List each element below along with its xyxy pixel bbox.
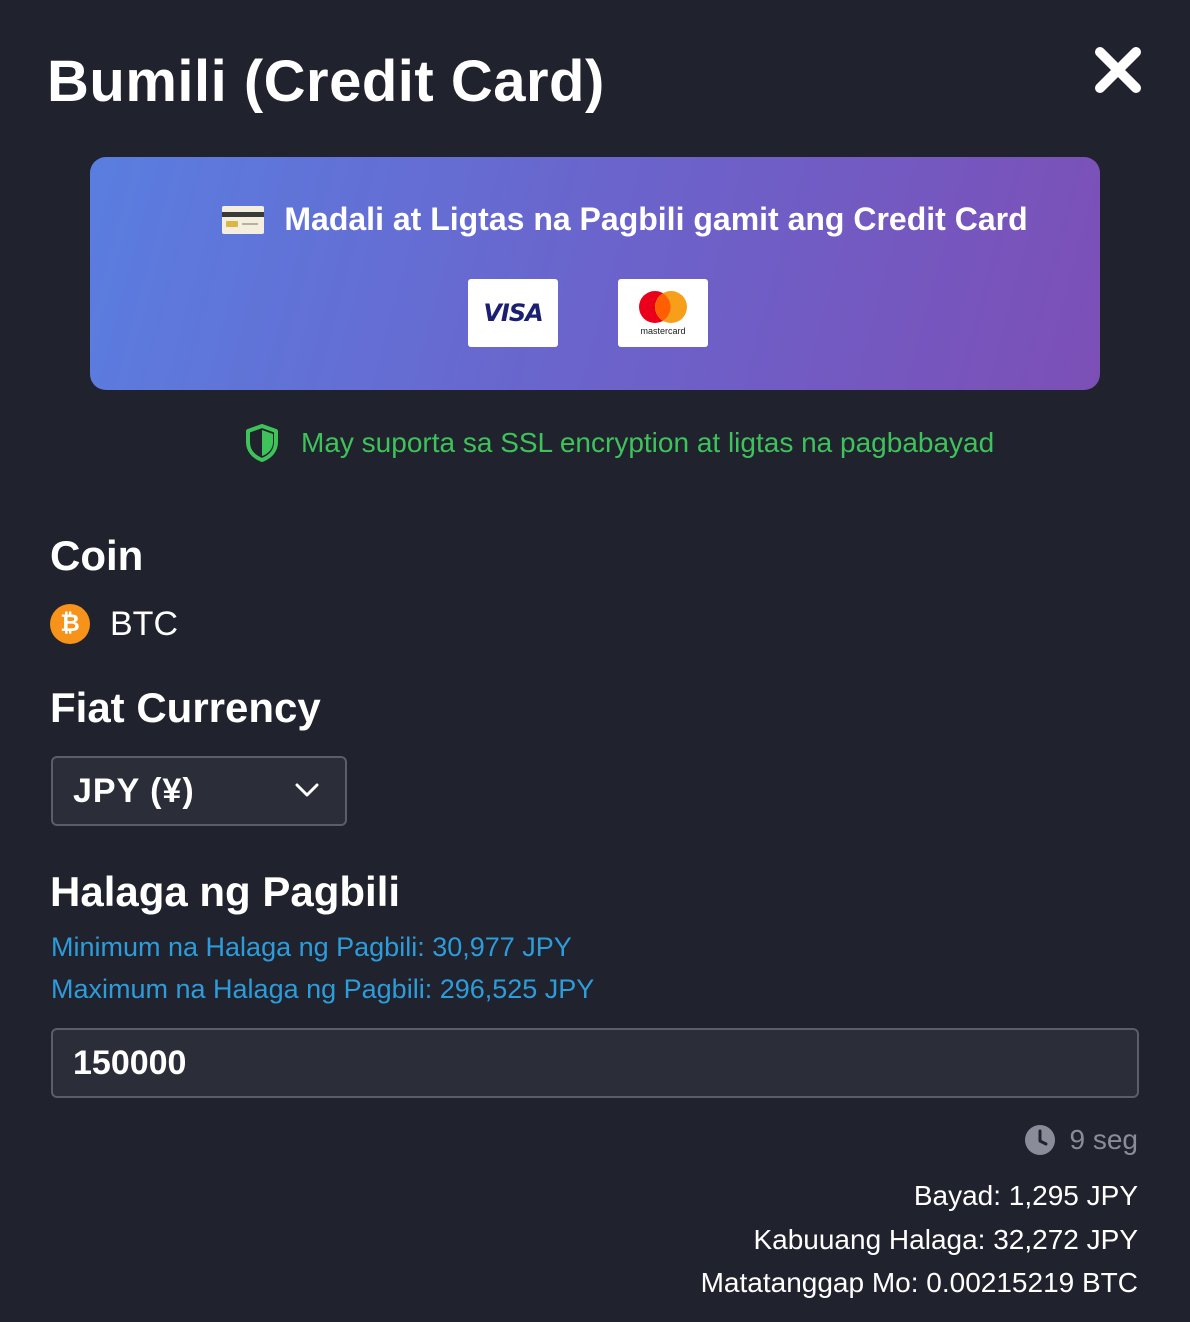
credit-card-banner: Madali at Ligtas na Pagbili gamit ang Cr…: [90, 157, 1100, 390]
visa-logo-text: VISA: [483, 299, 543, 327]
fiat-currency-select[interactable]: JPY (¥): [51, 756, 347, 826]
ssl-notice-text: May suporta sa SSL encryption at ligtas …: [301, 427, 995, 458]
total-amount-text: Kabuuang Halaga: 32,272 JPY: [753, 1224, 1138, 1255]
close-icon: [1095, 47, 1141, 93]
maximum-amount-text: Maximum na Halaga ng Pagbili: 296,525 JP…: [51, 974, 595, 1004]
credit-card-icon: [222, 205, 265, 234]
mastercard-logo-mark: mastercard: [639, 291, 687, 336]
card-logos: VISA mastercard: [468, 279, 768, 347]
banner-headline-row: Madali at Ligtas na Pagbili gamit ang Cr…: [90, 201, 1100, 238]
minimum-amount-text: Minimum na Halaga ng Pagbili: 30,977 JPY: [51, 932, 572, 962]
fee-text: Bayad: 1,295 JPY: [913, 1180, 1138, 1211]
dialog-title: Bumili (Credit Card): [47, 49, 605, 114]
timer-text: 9 seg: [1069, 1124, 1139, 1155]
coin-display: ₿ BTC: [50, 604, 178, 644]
quote-timer: 9 seg: [1024, 1124, 1139, 1156]
ssl-notice: May suporta sa SSL encryption at ligtas …: [245, 424, 994, 462]
visa-logo: VISA: [468, 279, 558, 347]
purchase-amount-input[interactable]: [51, 1028, 1139, 1098]
fiat-currency-label: Fiat Currency: [50, 684, 321, 731]
mastercard-logo: mastercard: [618, 279, 708, 347]
banner-headline: Madali at Ligtas na Pagbili gamit ang Cr…: [284, 201, 1028, 237]
close-button[interactable]: [1090, 42, 1146, 98]
shield-icon: [246, 424, 278, 462]
purchase-amount-label: Halaga ng Pagbili: [50, 868, 401, 915]
receive-amount-text: Matatanggap Mo: 0.00215219 BTC: [700, 1267, 1138, 1298]
clock-icon: [1024, 1125, 1055, 1155]
mastercard-logo-text: mastercard: [640, 326, 685, 336]
coin-name: BTC: [110, 604, 178, 643]
coin-label: Coin: [50, 532, 144, 579]
bitcoin-icon: ₿: [50, 604, 90, 644]
chevron-down-icon: [295, 783, 319, 797]
fiat-currency-value: JPY (¥): [73, 771, 195, 810]
